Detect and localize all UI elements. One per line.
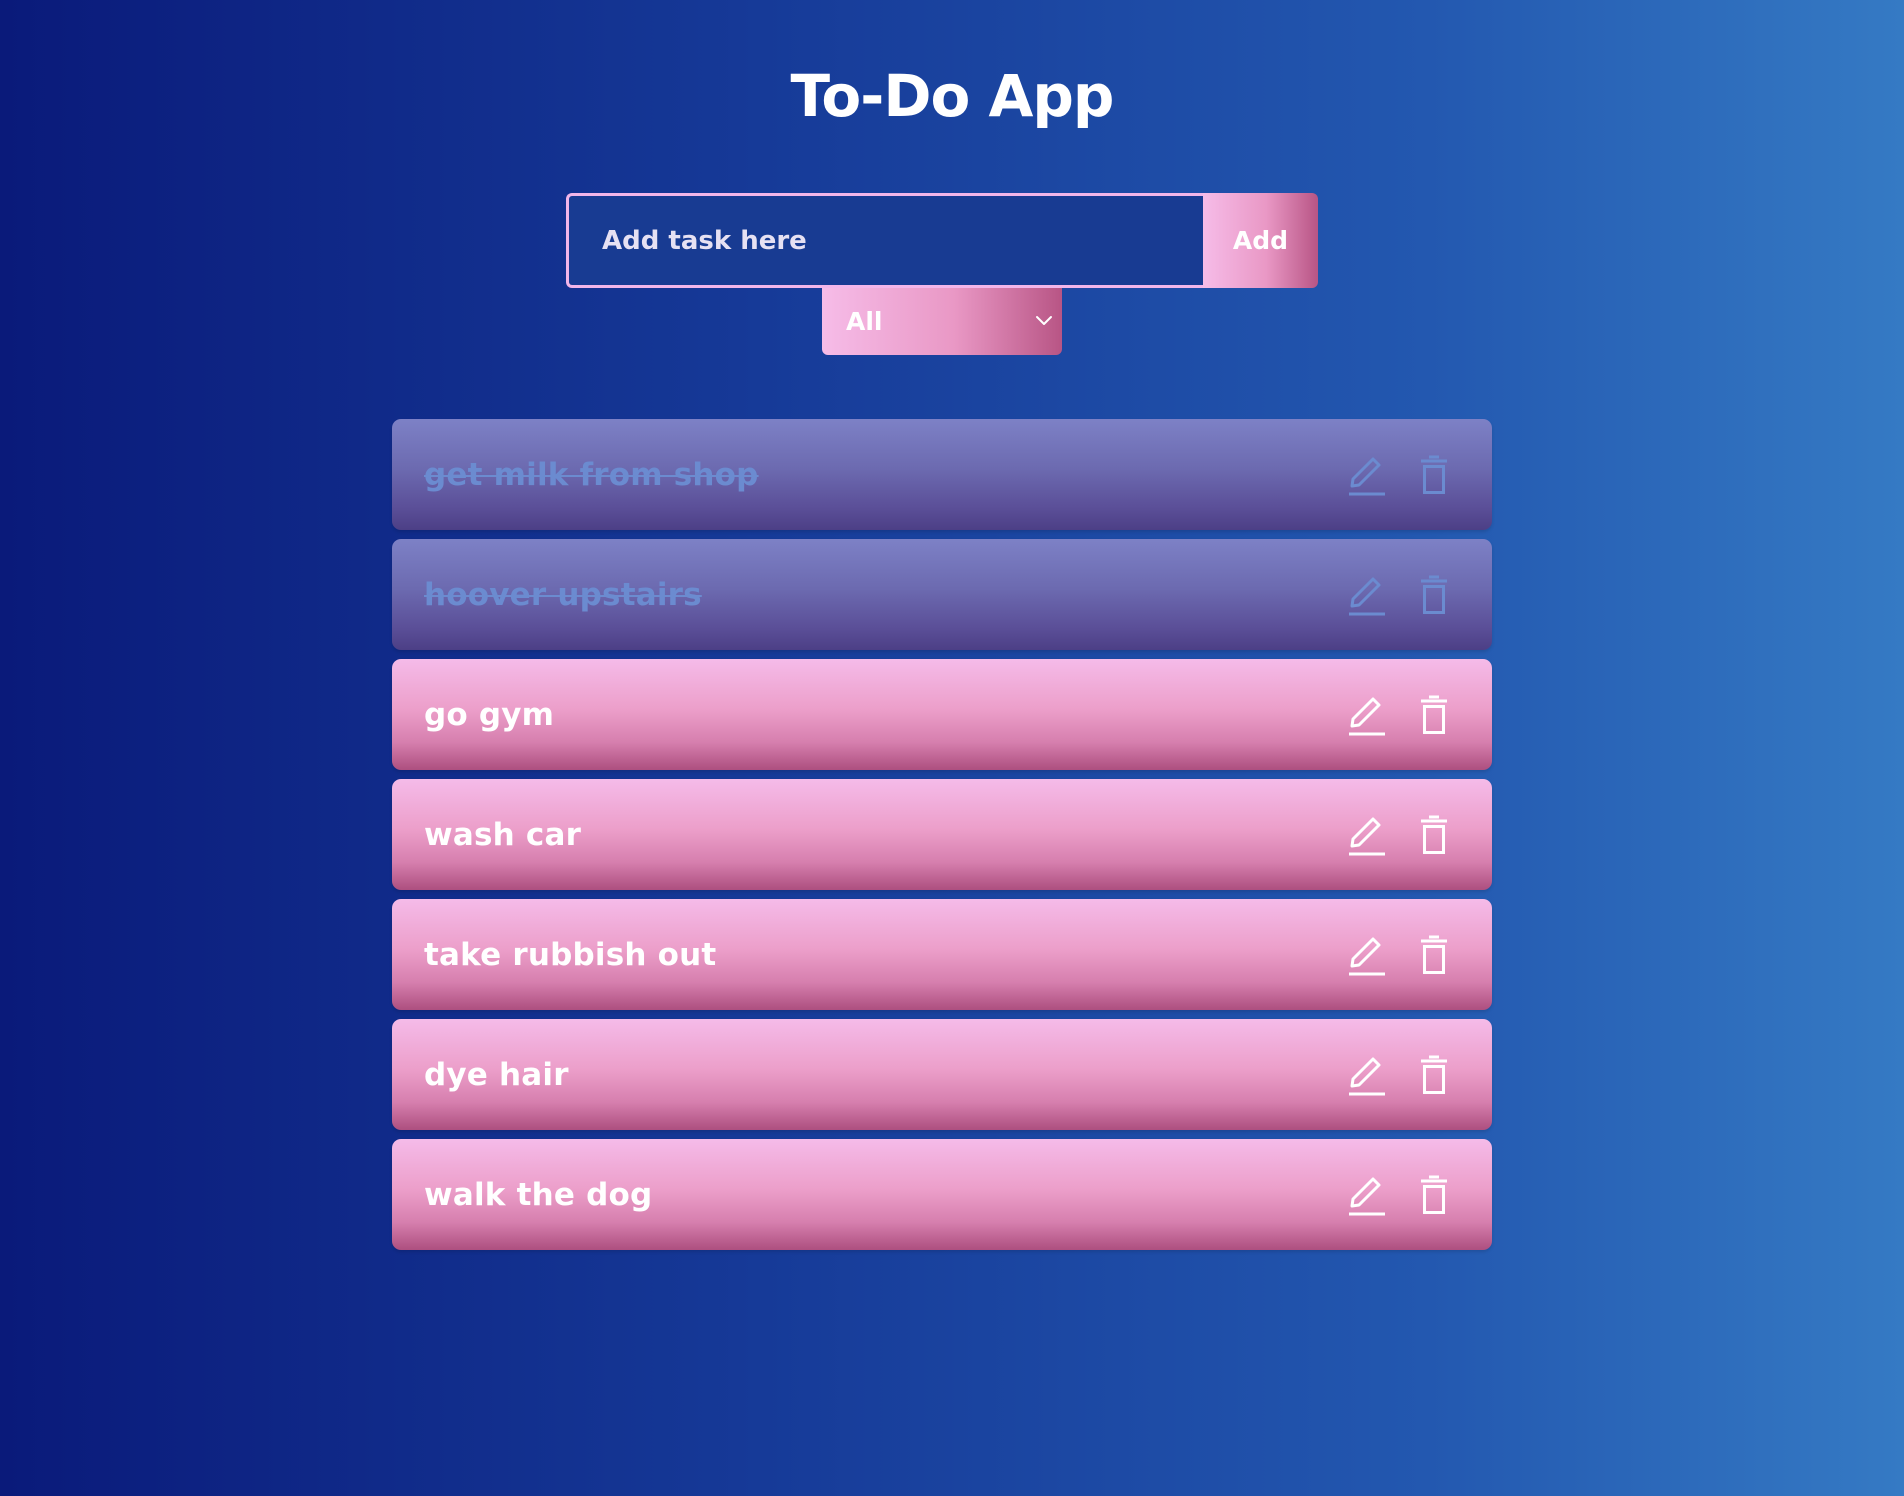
chevron-down-icon: [1032, 308, 1056, 332]
trash-icon[interactable]: [1414, 1053, 1454, 1097]
todo-actions: [1346, 1019, 1454, 1130]
todo-item[interactable]: walk the dog: [392, 1139, 1492, 1250]
todo-text: dye hair: [424, 1056, 569, 1093]
trash-icon[interactable]: [1414, 453, 1454, 497]
todo-item[interactable]: wash car: [392, 779, 1492, 890]
pencil-icon[interactable]: [1346, 693, 1386, 737]
todo-item[interactable]: go gym: [392, 659, 1492, 770]
pencil-icon[interactable]: [1346, 933, 1386, 977]
todo-item[interactable]: hoover upstairs: [392, 539, 1492, 650]
todo-actions: [1346, 539, 1454, 650]
task-input[interactable]: [566, 193, 1203, 288]
add-button[interactable]: Add: [1203, 193, 1318, 288]
pencil-icon[interactable]: [1346, 573, 1386, 617]
todo-actions: [1346, 779, 1454, 890]
pencil-icon[interactable]: [1346, 453, 1386, 497]
todo-actions: [1346, 659, 1454, 770]
pencil-icon[interactable]: [1346, 1053, 1386, 1097]
todo-list: get milk from shop hoover upstairs go gy…: [392, 419, 1492, 1259]
filter-select[interactable]: All: [822, 288, 1062, 355]
todo-text: walk the dog: [424, 1176, 653, 1213]
trash-icon[interactable]: [1414, 573, 1454, 617]
todo-text: take rubbish out: [424, 936, 717, 973]
todo-actions: [1346, 419, 1454, 530]
todo-text: hoover upstairs: [424, 576, 702, 613]
trash-icon[interactable]: [1414, 933, 1454, 977]
todo-item[interactable]: dye hair: [392, 1019, 1492, 1130]
todo-text: wash car: [424, 816, 582, 853]
todo-text: go gym: [424, 696, 555, 733]
trash-icon[interactable]: [1414, 1173, 1454, 1217]
page-title: To-Do App: [790, 62, 1115, 130]
todo-item[interactable]: take rubbish out: [392, 899, 1492, 1010]
pencil-icon[interactable]: [1346, 1173, 1386, 1217]
trash-icon[interactable]: [1414, 693, 1454, 737]
filter-selected-value: All: [846, 307, 883, 336]
todo-item[interactable]: get milk from shop: [392, 419, 1492, 530]
todo-actions: [1346, 1139, 1454, 1250]
trash-icon[interactable]: [1414, 813, 1454, 857]
pencil-icon[interactable]: [1346, 813, 1386, 857]
todo-text: get milk from shop: [424, 456, 759, 493]
add-task-form: Add: [566, 193, 1318, 288]
todo-actions: [1346, 899, 1454, 1010]
